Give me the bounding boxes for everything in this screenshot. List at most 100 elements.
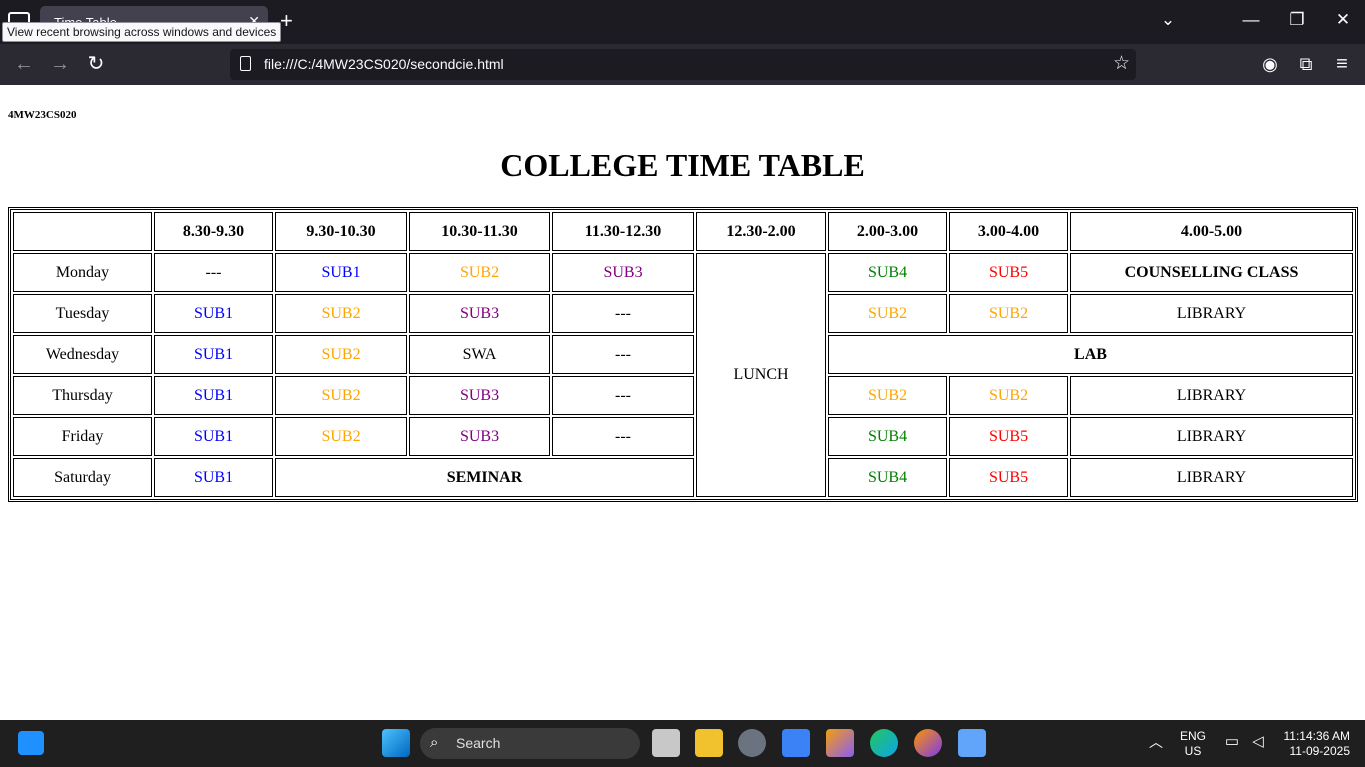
- table-row: Monday --- SUB1 SUB2 SUB3 LUNCH SUB4 SUB…: [13, 253, 1353, 497]
- header-cell: 9.30-10.30: [275, 212, 407, 251]
- settings-icon[interactable]: [738, 729, 766, 757]
- store-icon[interactable]: [782, 729, 810, 757]
- roll-number: 4MW23CS020: [8, 109, 77, 121]
- header-row: 8.30-9.30 9.30-10.30 10.30-11.30 11.30-1…: [13, 212, 1353, 251]
- period-cell: SUB1: [154, 376, 273, 415]
- extensions-icon[interactable]: ⧉: [1293, 53, 1319, 75]
- library-cell: LIBRARY: [1070, 458, 1353, 497]
- page-title: COLLEGE TIME TABLE: [500, 147, 865, 183]
- network-icon[interactable]: ▭: [1218, 732, 1246, 750]
- library-cell: LIBRARY: [1070, 376, 1353, 415]
- bookmark-star-icon[interactable]: ☆: [1113, 52, 1130, 75]
- period-cell: SUB4: [828, 417, 947, 456]
- table-row: Wednesday SUB1 SUB2 SWA --- LAB: [13, 335, 1353, 374]
- period-cell: SUB3: [409, 417, 550, 456]
- lunch-cell: LUNCH: [696, 253, 826, 497]
- page-icon: [240, 56, 251, 71]
- period-cell: ---: [552, 335, 694, 374]
- timetable: 8.30-9.30 9.30-10.30 10.30-11.30 11.30-1…: [8, 207, 1358, 502]
- widgets-icon[interactable]: [18, 731, 44, 755]
- day-cell: Saturday: [13, 458, 152, 497]
- library-cell: LIBRARY: [1070, 417, 1353, 456]
- restore-icon[interactable]: ❐: [1283, 10, 1311, 30]
- header-cell: 2.00-3.00: [828, 212, 947, 251]
- edge-icon[interactable]: [870, 729, 898, 757]
- period-cell: SUB5: [949, 253, 1068, 292]
- period-cell: SUB2: [275, 294, 407, 333]
- search-icon: ⌕: [430, 734, 439, 751]
- period-cell: SUB2: [828, 294, 947, 333]
- period-cell: ---: [154, 253, 273, 292]
- period-cell: ---: [552, 417, 694, 456]
- period-cell: SUB1: [154, 458, 273, 497]
- period-cell: ---: [552, 294, 694, 333]
- seminar-cell: SEMINAR: [275, 458, 694, 497]
- search-label: Search: [456, 735, 501, 751]
- period-cell: SUB2: [828, 376, 947, 415]
- period-cell: SUB3: [409, 294, 550, 333]
- period-cell: SUB2: [275, 376, 407, 415]
- file-explorer-icon[interactable]: [695, 729, 723, 757]
- day-cell: Tuesday: [13, 294, 152, 333]
- period-cell: SUB2: [275, 335, 407, 374]
- period-cell: SUB3: [552, 253, 694, 292]
- period-cell: SUB5: [949, 458, 1068, 497]
- table-row: Tuesday SUB1 SUB2 SUB3 --- SUB2 SUB2 LIB…: [13, 294, 1353, 333]
- notepad-icon[interactable]: [958, 729, 986, 757]
- period-cell: SUB2: [949, 376, 1068, 415]
- minimize-icon[interactable]: —: [1237, 10, 1265, 30]
- volume-icon[interactable]: ◁: [1244, 732, 1272, 750]
- start-icon[interactable]: [382, 729, 410, 757]
- copilot-icon[interactable]: [826, 729, 854, 757]
- account-icon[interactable]: ◉: [1257, 53, 1283, 75]
- period-cell: SUB2: [275, 417, 407, 456]
- new-tab-icon[interactable]: +: [280, 8, 293, 34]
- period-cell: SUB1: [154, 335, 273, 374]
- header-cell: 12.30-2.00: [696, 212, 826, 251]
- header-cell: 3.00-4.00: [949, 212, 1068, 251]
- taskbar-search[interactable]: ⌕ Search: [420, 728, 640, 759]
- period-cell: SUB1: [275, 253, 407, 292]
- period-cell: SUB5: [949, 417, 1068, 456]
- period-cell: SWA: [409, 335, 550, 374]
- menu-icon[interactable]: ≡: [1329, 53, 1355, 75]
- page-content: 4MW23CS020 COLLEGE TIME TABLE 8.30-9.30 …: [0, 85, 1365, 720]
- day-cell: Wednesday: [13, 335, 152, 374]
- navigation-bar: ← → ↻ file:///C:/4MW23CS020/secondcie.ht…: [0, 44, 1365, 85]
- period-cell: ---: [552, 376, 694, 415]
- browser-tab-bar: Time Table ✕ View recent browsing across…: [0, 0, 1365, 44]
- day-cell: Friday: [13, 417, 152, 456]
- day-cell: Thursday: [13, 376, 152, 415]
- reload-icon[interactable]: ↻: [83, 53, 109, 75]
- close-window-icon[interactable]: ✕: [1329, 10, 1357, 30]
- tooltip: View recent browsing across windows and …: [2, 22, 282, 42]
- url-bar[interactable]: file:///C:/4MW23CS020/secondcie.html ☆: [230, 49, 1136, 80]
- table-row: Saturday SUB1 SEMINAR SUB4 SUB5 LIBRARY: [13, 458, 1353, 497]
- period-cell: SUB1: [154, 417, 273, 456]
- firefox-icon[interactable]: [914, 729, 942, 757]
- day-cell: Monday: [13, 253, 152, 292]
- taskbar: ⌕ Search ︿ ENG US ▭ ◁ 11:14:36 AM 11-09-…: [0, 720, 1365, 767]
- header-cell: 10.30-11.30: [409, 212, 550, 251]
- url-text[interactable]: file:///C:/4MW23CS020/secondcie.html: [264, 56, 504, 72]
- period-cell: SUB2: [949, 294, 1068, 333]
- lang-code: ENG: [1180, 729, 1207, 743]
- header-cell: 11.30-12.30: [552, 212, 694, 251]
- clock[interactable]: 11:14:36 AM 11-09-2025: [1272, 729, 1351, 759]
- back-icon[interactable]: ←: [11, 53, 37, 75]
- counselling-cell: COUNSELLING CLASS: [1070, 253, 1353, 292]
- table-row: Thursday SUB1 SUB2 SUB3 --- SUB2 SUB2 LI…: [13, 376, 1353, 415]
- library-cell: LIBRARY: [1070, 294, 1353, 333]
- header-cell: [13, 212, 152, 251]
- period-cell: SUB4: [828, 458, 947, 497]
- date: 11-09-2025: [1289, 744, 1351, 758]
- lab-cell: LAB: [828, 335, 1353, 374]
- tray-chevron-icon[interactable]: ︿: [1142, 732, 1170, 752]
- header-cell: 4.00-5.00: [1070, 212, 1353, 251]
- task-view-icon[interactable]: [652, 729, 680, 757]
- period-cell: SUB1: [154, 294, 273, 333]
- language-indicator[interactable]: ENG US: [1180, 729, 1206, 759]
- forward-icon[interactable]: →: [47, 53, 73, 75]
- table-row: Friday SUB1 SUB2 SUB3 --- SUB4 SUB5 LIBR…: [13, 417, 1353, 456]
- list-all-tabs-icon[interactable]: ⌄: [1154, 10, 1182, 30]
